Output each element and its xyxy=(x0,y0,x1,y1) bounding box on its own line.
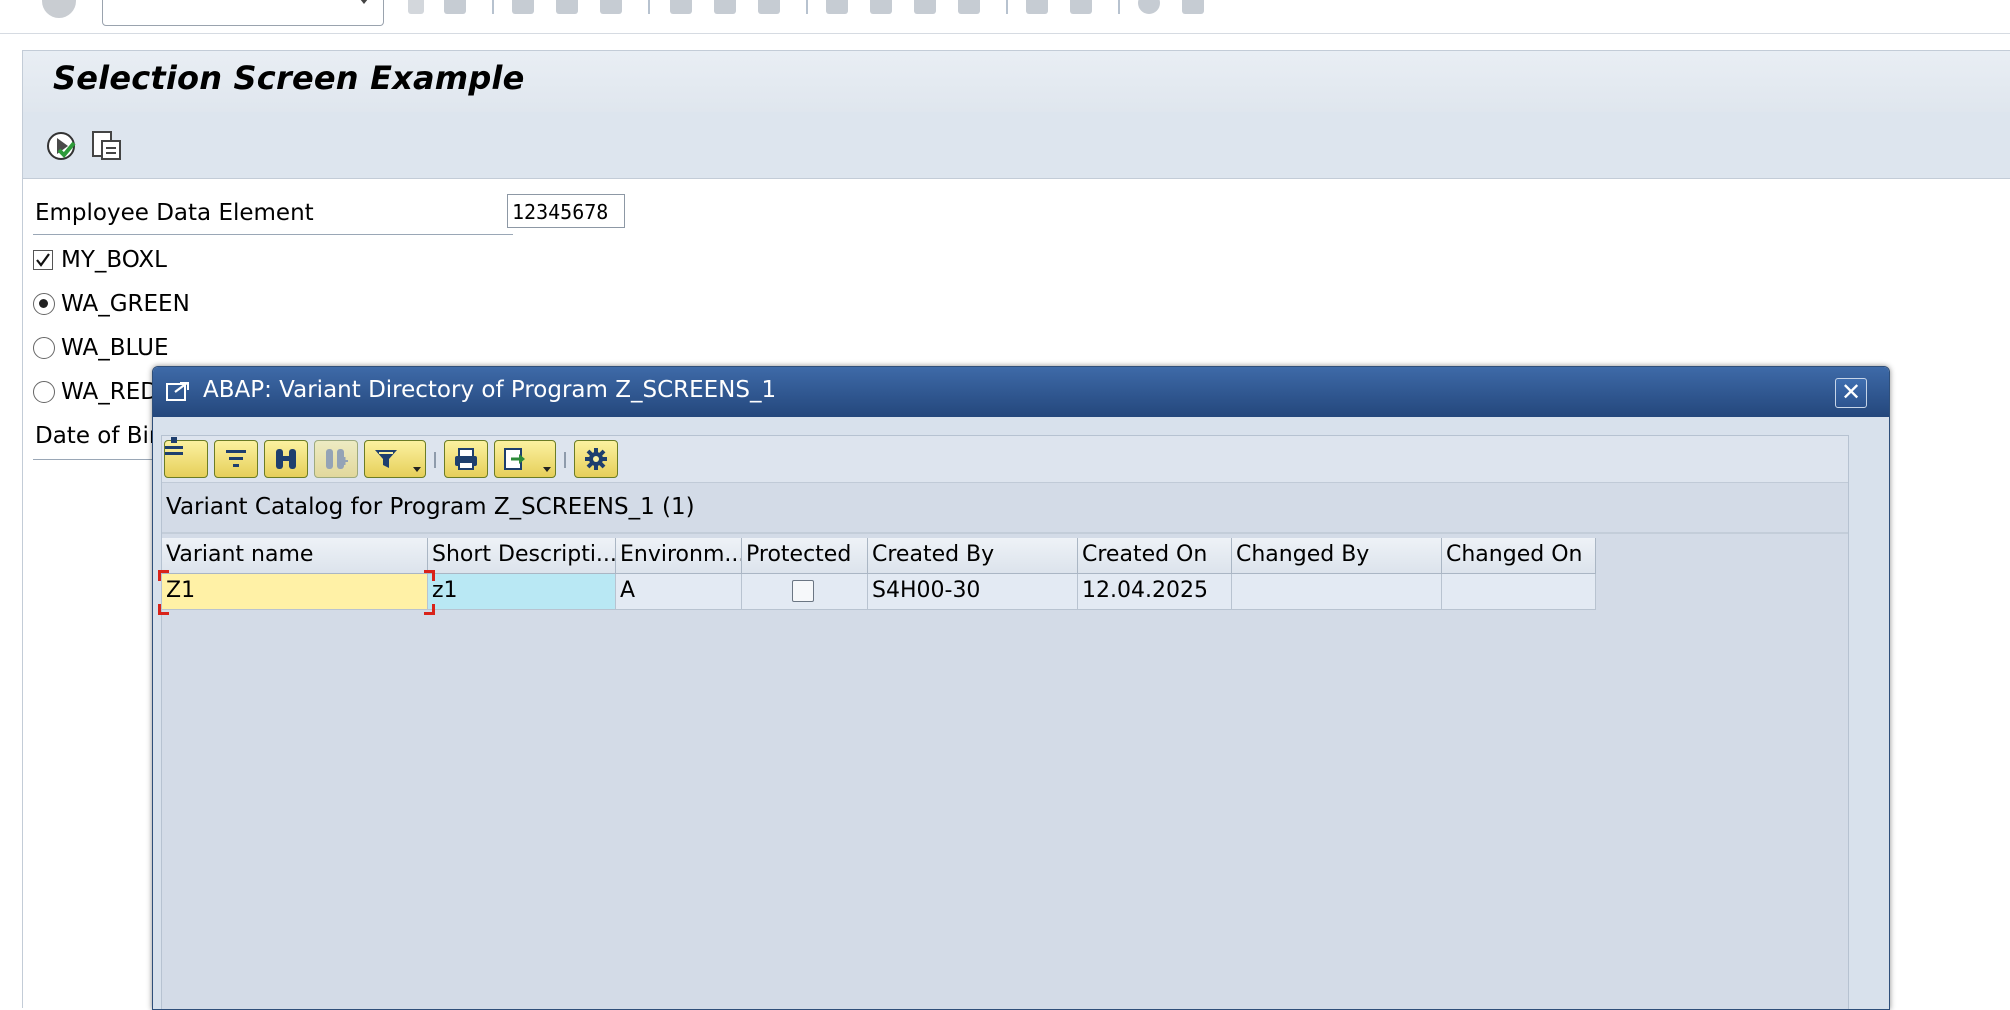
settings-button[interactable] xyxy=(574,440,618,478)
employee-field-row: Employee Data Element xyxy=(33,194,513,235)
radio-wa-red-label: WA_RED xyxy=(61,379,158,405)
column-header-changed-on[interactable]: Changed On xyxy=(1442,538,1596,574)
execute-icon[interactable] xyxy=(43,128,79,164)
layout-menu-icon[interactable] xyxy=(1182,0,1204,14)
selection-marker xyxy=(158,570,169,581)
choose-layout-button[interactable] xyxy=(214,440,258,478)
selection-marker xyxy=(424,570,435,581)
details-icon xyxy=(165,437,183,455)
cell-protected[interactable] xyxy=(742,574,868,610)
print-button[interactable] xyxy=(444,440,488,478)
protected-checkbox[interactable] xyxy=(792,580,814,602)
cell-short-description[interactable]: z1 xyxy=(428,574,616,610)
print-icon xyxy=(455,448,477,470)
radio-wa-green[interactable] xyxy=(33,293,55,315)
title-bar: Selection Screen Example xyxy=(22,50,2010,113)
cell-variant-name[interactable]: Z1 xyxy=(162,574,428,610)
page-title: Selection Screen Example xyxy=(53,59,525,97)
find-button[interactable] xyxy=(264,440,308,478)
column-header-created-on[interactable]: Created On xyxy=(1078,538,1232,574)
dialog-title-bar[interactable]: ABAP: Variant Directory of Program Z_SCR… xyxy=(153,367,1889,417)
details-button[interactable] xyxy=(164,437,208,478)
filter-button[interactable] xyxy=(364,440,426,478)
cancel-icon[interactable] xyxy=(600,0,622,14)
cell-created-by[interactable]: S4H00-30 xyxy=(868,574,1078,610)
previous-page-icon[interactable] xyxy=(870,0,892,14)
find-icon xyxy=(276,449,296,469)
cell-changed-on[interactable] xyxy=(1442,574,1596,610)
radio-wa-red[interactable] xyxy=(33,381,55,403)
system-toolbar xyxy=(0,0,2010,34)
find-icon[interactable] xyxy=(714,0,736,14)
find-next-icon[interactable] xyxy=(758,0,780,14)
enter-button[interactable] xyxy=(42,0,76,18)
exit-icon[interactable] xyxy=(556,0,578,14)
close-button[interactable]: ✕ xyxy=(1835,378,1867,408)
radio-wa-blue-label: WA_BLUE xyxy=(61,335,169,361)
new-session-icon[interactable] xyxy=(1026,0,1048,14)
column-header-variant-name[interactable]: Variant name xyxy=(162,538,428,574)
checkmark-icon xyxy=(36,253,50,267)
command-field[interactable] xyxy=(102,0,384,26)
shortcut-icon[interactable] xyxy=(1070,0,1092,14)
filter-layout-icon xyxy=(226,450,246,467)
column-header-changed-by[interactable]: Changed By xyxy=(1232,538,1442,574)
column-header-protected[interactable]: Protected xyxy=(742,538,868,574)
settings-icon xyxy=(585,448,607,470)
dialog-title: ABAP: Variant Directory of Program Z_SCR… xyxy=(203,377,777,403)
cell-changed-by[interactable] xyxy=(1232,574,1442,610)
export-icon xyxy=(504,448,525,470)
employee-input[interactable]: 12345678 xyxy=(507,194,625,228)
back-icon[interactable] xyxy=(512,0,534,14)
cell-environment[interactable]: A xyxy=(616,574,742,610)
last-page-icon[interactable] xyxy=(958,0,980,14)
catalog-title: Variant Catalog for Program Z_SCREENS_1 … xyxy=(166,494,695,520)
selection-marker xyxy=(424,604,435,615)
radio-wa-blue[interactable] xyxy=(33,337,55,359)
radio-wa-green-label: WA_GREEN xyxy=(61,291,190,317)
export-button[interactable] xyxy=(494,440,556,478)
column-header-created-by[interactable]: Created By xyxy=(868,538,1078,574)
print-icon[interactable] xyxy=(670,0,692,14)
cell-created-on[interactable]: 12.04.2025 xyxy=(1078,574,1232,610)
employee-label: Employee Data Element xyxy=(35,200,314,226)
save-icon[interactable] xyxy=(444,0,466,14)
close-icon: ✕ xyxy=(1840,378,1862,406)
grid-toolbar xyxy=(162,436,1848,483)
window-icon xyxy=(166,382,189,401)
application-toolbar xyxy=(22,112,2010,179)
help-icon[interactable] xyxy=(1138,0,1160,14)
back-arrows-icon[interactable] xyxy=(408,0,424,14)
selection-marker xyxy=(158,604,169,615)
my-boxl-checkbox[interactable] xyxy=(33,250,53,270)
get-variant-icon[interactable] xyxy=(89,128,125,164)
next-page-icon[interactable] xyxy=(914,0,936,14)
dialog-content: Variant Catalog for Program Z_SCREENS_1 … xyxy=(158,435,1849,1009)
first-page-icon[interactable] xyxy=(826,0,848,14)
find-next-button[interactable] xyxy=(314,440,358,478)
column-header-short-description[interactable]: Short Descripti... xyxy=(428,538,616,574)
variant-directory-dialog: ABAP: Variant Directory of Program Z_SCR… xyxy=(152,366,1890,1010)
column-header-environment[interactable]: Environm... xyxy=(616,538,742,574)
find-next-icon xyxy=(326,449,348,469)
filter-icon xyxy=(375,450,397,468)
command-field-dropdown-icon[interactable] xyxy=(356,0,372,4)
my-boxl-label: MY_BOXL xyxy=(61,247,167,273)
